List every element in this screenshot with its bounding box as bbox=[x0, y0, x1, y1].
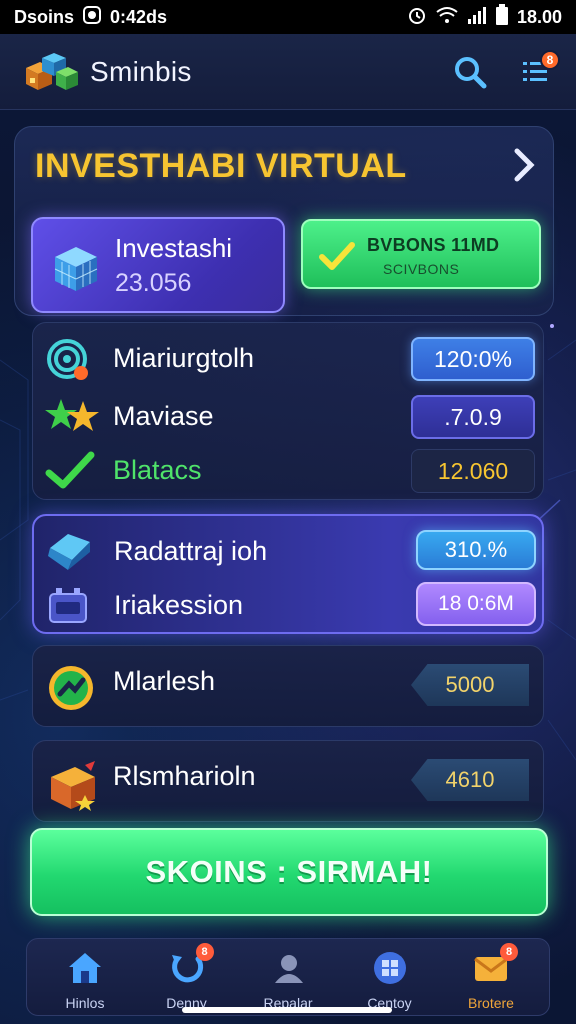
stat-row[interactable]: Blatacs 12.060 bbox=[33, 443, 545, 495]
mail-icon: 8 bbox=[472, 943, 518, 987]
notification-badge: 8 bbox=[540, 49, 560, 70]
nav-item-denny[interactable]: 8 Denny bbox=[137, 939, 237, 1017]
home-indicator[interactable] bbox=[182, 1007, 392, 1013]
investment-panel: INVESTHABI VIRTUAL Investashi 23.056 BVB… bbox=[14, 126, 554, 316]
nav-badge: 8 bbox=[500, 943, 518, 961]
stat-value: .7.0.9 bbox=[411, 395, 535, 439]
nav-item-home[interactable]: Hinlos bbox=[35, 939, 135, 1017]
gift-box-icon bbox=[45, 757, 101, 813]
highlight-label: Iriakession bbox=[114, 590, 244, 620]
highlight-panel: Radattraj ioh 310.% Iriakession 18 0:6M bbox=[32, 514, 544, 634]
highlight-row[interactable]: Radattraj ioh 310.% bbox=[34, 524, 546, 576]
stat-value: 12.060 bbox=[411, 449, 535, 493]
stars-icon bbox=[45, 395, 99, 439]
growth-badge-icon bbox=[45, 662, 101, 718]
status-left-text: Dsoins bbox=[14, 6, 75, 27]
cta-button[interactable]: SKOINS : SIRMAH! bbox=[30, 828, 548, 916]
stat-row[interactable]: Miariurgtolh 120:0% bbox=[33, 331, 545, 383]
stats-panel: Miariurgtolh 120:0% Maviase .7.0.9 Blata… bbox=[32, 322, 544, 500]
list-item-label: Rlsmharioln bbox=[113, 761, 256, 791]
list-item-value: 5000 bbox=[411, 664, 529, 706]
status-right: 18.00 bbox=[407, 3, 562, 31]
status-left: Dsoins 0:42ds bbox=[14, 5, 167, 30]
bottom-nav: Hinlos 8 Denny Repalar Centoy 8 Brotere bbox=[26, 938, 550, 1016]
search-icon bbox=[455, 56, 487, 88]
app-header: Sminbis 8 bbox=[0, 34, 576, 110]
cube-icon bbox=[49, 241, 103, 295]
stat-value: 120:0% bbox=[411, 337, 535, 381]
list-item-value: 4610 bbox=[411, 759, 529, 801]
menu-button[interactable]: 8 bbox=[518, 49, 560, 90]
record-icon bbox=[82, 5, 102, 30]
checkmark-icon bbox=[319, 241, 355, 271]
stat-label: Maviase bbox=[113, 401, 214, 431]
list-item[interactable]: Rlsmharioln 4610 bbox=[32, 740, 544, 822]
status-time: 18.00 bbox=[516, 6, 562, 27]
highlight-value: 18 0:6M bbox=[416, 582, 536, 626]
panel-title: INVESTHABI VIRTUAL bbox=[35, 147, 407, 185]
battery-status-icon bbox=[495, 3, 509, 31]
nav-label: Hinlos bbox=[65, 995, 105, 1011]
bonus-card-subtitle: SCIVBONS bbox=[383, 261, 460, 277]
refresh-icon: 8 bbox=[168, 943, 214, 987]
home-icon bbox=[66, 949, 104, 987]
highlight-label: Radattraj ioh bbox=[114, 536, 268, 566]
chevron-right-icon bbox=[514, 148, 535, 182]
highlight-row[interactable]: Iriakession 18 0:6M bbox=[34, 578, 546, 630]
checkmark-icon bbox=[45, 449, 95, 493]
status-bar: Dsoins 0:42ds 18.00 bbox=[0, 0, 576, 34]
battery-icon bbox=[46, 584, 90, 628]
signal-icon bbox=[467, 5, 487, 30]
stat-label: Miariurgtolh bbox=[113, 343, 255, 373]
status-extra-text: 0:42ds bbox=[110, 6, 168, 27]
nav-badge: 8 bbox=[195, 943, 214, 961]
invest-card-label: Investashi bbox=[115, 233, 233, 263]
wifi-icon bbox=[435, 5, 459, 30]
diamond-icon bbox=[46, 530, 90, 574]
header-actions: 8 bbox=[452, 49, 560, 90]
panel-next-button[interactable] bbox=[507, 145, 541, 185]
bonus-card-title: BVBONS 11MD bbox=[367, 235, 500, 255]
alarm-icon bbox=[407, 5, 427, 30]
app-screen: Dsoins 0:42ds 18.00 Sminbis 8 INVESTHABI… bbox=[0, 0, 576, 1024]
app-name: Sminbis bbox=[90, 55, 192, 87]
list-item-label: Mlarlesh bbox=[113, 666, 216, 696]
nav-label: Brotere bbox=[468, 995, 514, 1011]
stat-label: Blatacs bbox=[113, 455, 202, 485]
stat-row[interactable]: Maviase .7.0.9 bbox=[33, 389, 545, 441]
invest-card-value: 23.056 bbox=[115, 269, 192, 297]
nav-item-repalar[interactable]: Repalar bbox=[238, 939, 338, 1017]
nav-item-centoy[interactable]: Centoy bbox=[340, 939, 440, 1017]
app-logo-icon bbox=[22, 50, 80, 94]
list-item[interactable]: Mlarlesh 5000 bbox=[32, 645, 544, 727]
grid-globe-icon bbox=[371, 949, 409, 987]
bonus-card-button[interactable]: BVBONS 11MD SCIVBONS bbox=[301, 219, 541, 289]
wifi-signal-icon bbox=[45, 337, 89, 381]
user-icon bbox=[269, 949, 307, 987]
invest-card[interactable]: Investashi 23.056 bbox=[31, 217, 285, 313]
search-button[interactable] bbox=[452, 54, 488, 90]
highlight-value: 310.% bbox=[416, 530, 536, 570]
nav-item-brotere[interactable]: 8 Brotere bbox=[441, 939, 541, 1017]
